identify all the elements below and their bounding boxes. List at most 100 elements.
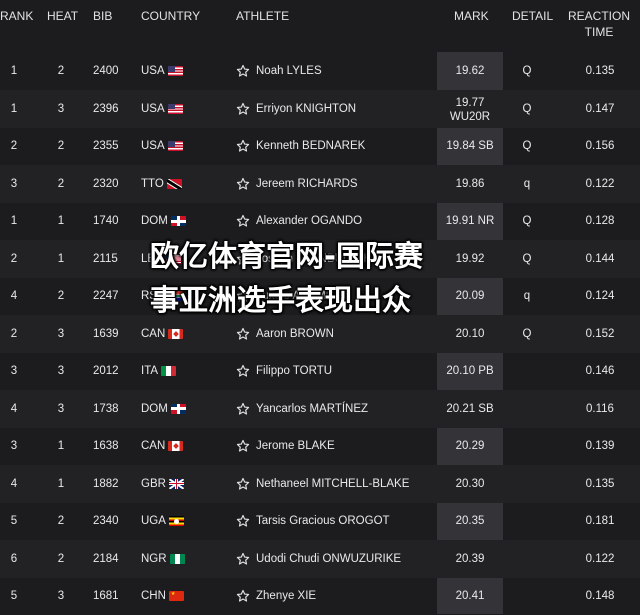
heat-cell: 2 xyxy=(57,515,65,527)
reaction-time-cell: 0.122 xyxy=(585,177,615,190)
country-cell: USA xyxy=(141,127,183,165)
mark-value: 19.84 SB xyxy=(446,140,494,152)
country-flag-icon xyxy=(167,141,183,151)
mark-cell: 20.21 SB xyxy=(437,390,503,428)
athlete-name[interactable]: Udodi Chudi ONWUZURIKE xyxy=(256,540,401,578)
header-mark[interactable]: MARK xyxy=(454,8,489,24)
bib-cell: 1738 xyxy=(93,402,119,415)
header-rank[interactable]: RANK xyxy=(0,8,33,24)
star-outline-icon[interactable] xyxy=(236,64,250,78)
country-code: ITA xyxy=(141,365,159,377)
star-outline-icon[interactable] xyxy=(236,589,250,603)
header-bib[interactable]: BIB xyxy=(93,8,112,24)
reaction-time-cell: 0.181 xyxy=(585,515,615,527)
athlete-name[interactable]: Yancarlos MARTÍNEZ xyxy=(256,390,368,428)
table-row[interactable]: 4 3 1738 DOM Yancarlos MARTÍNEZ 20.21 SB 0.116 xyxy=(0,389,640,428)
athlete-name[interactable]: Jereem RICHARDS xyxy=(256,165,358,203)
overlay-line-2: 事亚洲选手表现出众 xyxy=(150,283,412,317)
table-row[interactable]: 6 2 2184 NGR Udodi Chudi ONWUZURIKE 20.39 0.12… xyxy=(0,539,640,578)
star-outline-icon[interactable] xyxy=(236,514,250,528)
header-reaction-line1: REACTION xyxy=(567,9,630,23)
mark-cell: 20.29 xyxy=(437,427,503,465)
star-outline-icon[interactable] xyxy=(236,552,250,566)
bib-cell: 2396 xyxy=(93,102,119,115)
country-code: NGR xyxy=(141,552,167,565)
country-cell: TTO xyxy=(141,165,182,203)
mark-value: 19.77 xyxy=(455,96,485,109)
table-row[interactable]: 5 2 2340 UGA Tarsis Gracious OROGOT 20.35 0.18… xyxy=(0,502,640,540)
star-outline-icon[interactable] xyxy=(236,364,250,378)
reaction-time-cell: 0.116 xyxy=(586,402,614,415)
mark-cell: 19.62 xyxy=(437,52,503,90)
header-country[interactable]: COUNTRY xyxy=(141,8,200,24)
mark-cell: 20.35 xyxy=(437,502,503,540)
athlete-name[interactable]: Erriyon KNIGHTON xyxy=(256,90,356,128)
star-outline-icon[interactable] xyxy=(236,139,250,153)
mark-cell: 20.41 xyxy=(437,577,503,615)
table-row[interactable]: 3 1 1638 CAN Jerome BLAKE 20.29 0.139 xyxy=(0,427,640,465)
table-row[interactable]: 1 2 2400 USA Noah LYLES 19.62 Q 0.135 xyxy=(0,52,640,90)
reaction-time-cell: 0.122 xyxy=(585,552,615,565)
country-flag-icon xyxy=(168,441,184,451)
country-flag-icon xyxy=(169,553,185,564)
table-row[interactable]: 5 3 1681 CHN ★ Zhenye XIE 20.41 0.148 xyxy=(0,577,640,615)
detail-cell: Q xyxy=(522,102,532,115)
header-heat[interactable]: HEAT xyxy=(47,8,78,24)
rank-cell: 2 xyxy=(10,327,18,340)
header-reaction-time[interactable]: REACTION TIME xyxy=(565,8,633,40)
country-flag-icon xyxy=(167,103,183,114)
country-cell: DOM xyxy=(141,390,186,428)
star-outline-icon[interactable] xyxy=(236,402,250,416)
bib-cell: 2115 xyxy=(93,252,118,265)
athlete-name[interactable]: Noah LYLES xyxy=(256,52,322,90)
country-flag-icon xyxy=(168,328,184,339)
table-row[interactable]: 1 3 2396 USA Erriyon KNIGHTON 19.77 WU20R Q 0.14… xyxy=(0,89,640,128)
table-row[interactable]: 4 1 1882 GBR Nethaneel MITCHELL-BLAKE 20.30 0.… xyxy=(0,464,640,503)
heat-cell: 3 xyxy=(57,102,65,115)
star-outline-icon[interactable] xyxy=(236,214,250,228)
table-row[interactable]: 2 2 2355 USA Kenneth BEDNAREK 19.84 SB Q 0.156 xyxy=(0,127,640,165)
mark-value: 19.62 xyxy=(455,65,485,77)
table-header: RANK HEAT BIB COUNTRY ATHLETE MARK DETAI… xyxy=(0,0,640,52)
athlete-name[interactable]: Jerome BLAKE xyxy=(256,427,335,465)
reaction-time-cell: 0.135 xyxy=(585,65,615,77)
header-detail[interactable]: DETAIL xyxy=(512,8,553,24)
star-outline-icon[interactable] xyxy=(236,327,250,341)
reaction-time-cell: 0.146 xyxy=(585,365,615,377)
athlete-name[interactable]: Kenneth BEDNAREK xyxy=(256,127,365,165)
star-outline-icon[interactable] xyxy=(236,177,250,191)
star-outline-icon[interactable] xyxy=(236,477,250,491)
reaction-time-cell: 0.152 xyxy=(585,327,615,340)
star-outline-icon[interactable] xyxy=(236,102,250,116)
country-code: TTO xyxy=(141,177,164,190)
country-flag-icon xyxy=(168,478,184,489)
rank-cell: 3 xyxy=(10,440,18,452)
athlete-name[interactable]: Tarsis Gracious OROGOT xyxy=(256,502,390,540)
country-cell: GBR xyxy=(141,465,184,503)
table-row[interactable]: 3 3 2012 ITA Filippo TORTU 20.10 PB 0.146 xyxy=(0,352,640,390)
country-cell: CHN ★ xyxy=(141,577,184,615)
header-reaction-line2: TIME xyxy=(584,25,614,39)
heat-cell: 2 xyxy=(57,177,65,190)
athlete-name[interactable]: Nethaneel MITCHELL-BLAKE xyxy=(256,465,409,503)
country-flag-icon xyxy=(170,403,186,414)
heat-cell: 3 xyxy=(57,327,65,340)
bib-cell: 2400 xyxy=(93,65,119,77)
header-athlete[interactable]: ATHLETE xyxy=(236,8,289,24)
country-cell: USA xyxy=(141,90,183,128)
mark-value: 20.30 xyxy=(455,477,485,490)
country-code: USA xyxy=(141,140,165,152)
heat-cell: 3 xyxy=(57,590,65,602)
mark-value: 20.35 xyxy=(455,515,485,527)
reaction-time-cell: 0.144 xyxy=(585,252,615,265)
athlete-name[interactable]: Zhenye XIE xyxy=(256,577,316,615)
star-outline-icon[interactable] xyxy=(236,439,250,453)
bib-cell: 2184 xyxy=(93,552,119,565)
table-row[interactable]: 3 2 2320 TTO Jereem RICHARDS 19.86 q 0.122 xyxy=(0,164,640,203)
mark-value: 19.86 xyxy=(455,177,485,190)
athlete-name[interactable]: Filippo TORTU xyxy=(256,352,332,390)
country-code: DOM xyxy=(141,402,168,415)
bib-cell: 1882 xyxy=(93,477,119,490)
rank-cell: 1 xyxy=(10,102,18,115)
detail-cell: Q xyxy=(522,65,532,77)
